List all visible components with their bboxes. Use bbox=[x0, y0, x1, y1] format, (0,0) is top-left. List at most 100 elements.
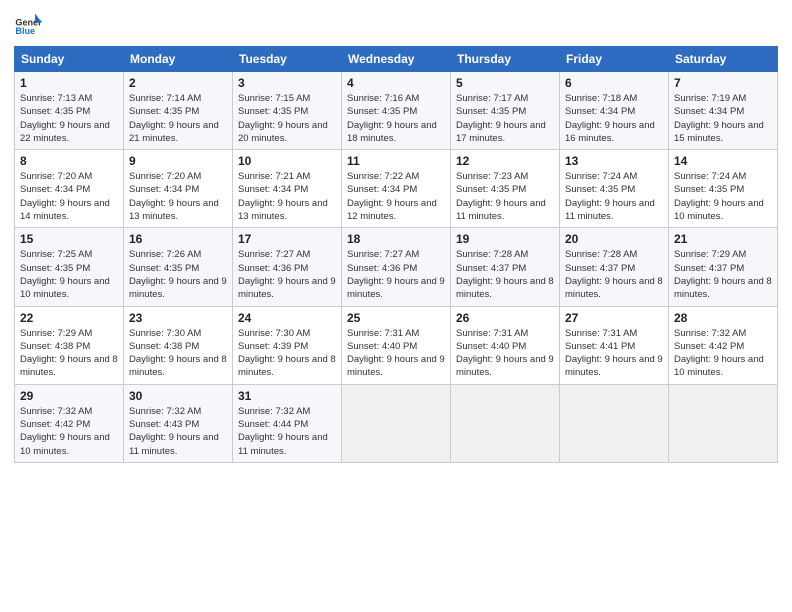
day-number: 23 bbox=[129, 311, 227, 325]
day-info: Sunrise: 7:28 AMSunset: 4:37 PMDaylight:… bbox=[456, 248, 554, 301]
calendar-cell: 21 Sunrise: 7:29 AMSunset: 4:37 PMDayligh… bbox=[669, 228, 778, 306]
calendar-cell: 20 Sunrise: 7:28 AMSunset: 4:37 PMDayligh… bbox=[560, 228, 669, 306]
calendar-cell: 12 Sunrise: 7:23 AMSunset: 4:35 PMDayligh… bbox=[451, 150, 560, 228]
day-number: 27 bbox=[565, 311, 663, 325]
calendar-cell: 4 Sunrise: 7:16 AMSunset: 4:35 PMDaylight… bbox=[342, 72, 451, 150]
calendar-cell: 14 Sunrise: 7:24 AMSunset: 4:35 PMDayligh… bbox=[669, 150, 778, 228]
calendar-cell bbox=[451, 384, 560, 462]
day-number: 31 bbox=[238, 389, 336, 403]
day-number: 15 bbox=[20, 232, 118, 246]
calendar-cell bbox=[669, 384, 778, 462]
day-number: 28 bbox=[674, 311, 772, 325]
day-info: Sunrise: 7:24 AMSunset: 4:35 PMDaylight:… bbox=[565, 170, 663, 223]
calendar-cell: 13 Sunrise: 7:24 AMSunset: 4:35 PMDayligh… bbox=[560, 150, 669, 228]
day-info: Sunrise: 7:15 AMSunset: 4:35 PMDaylight:… bbox=[238, 92, 336, 145]
day-info: Sunrise: 7:22 AMSunset: 4:34 PMDaylight:… bbox=[347, 170, 445, 223]
col-header-tuesday: Tuesday bbox=[233, 47, 342, 72]
day-number: 16 bbox=[129, 232, 227, 246]
col-header-wednesday: Wednesday bbox=[342, 47, 451, 72]
day-number: 19 bbox=[456, 232, 554, 246]
calendar-cell: 24 Sunrise: 7:30 AMSunset: 4:39 PMDayligh… bbox=[233, 306, 342, 384]
day-info: Sunrise: 7:21 AMSunset: 4:34 PMDaylight:… bbox=[238, 170, 336, 223]
day-number: 24 bbox=[238, 311, 336, 325]
calendar-cell: 1 Sunrise: 7:13 AMSunset: 4:35 PMDaylight… bbox=[15, 72, 124, 150]
day-number: 29 bbox=[20, 389, 118, 403]
calendar-cell: 22 Sunrise: 7:29 AMSunset: 4:38 PMDayligh… bbox=[15, 306, 124, 384]
day-info: Sunrise: 7:30 AMSunset: 4:39 PMDaylight:… bbox=[238, 327, 336, 380]
calendar-cell: 28 Sunrise: 7:32 AMSunset: 4:42 PMDayligh… bbox=[669, 306, 778, 384]
calendar-cell bbox=[560, 384, 669, 462]
day-info: Sunrise: 7:29 AMSunset: 4:37 PMDaylight:… bbox=[674, 248, 772, 301]
day-info: Sunrise: 7:18 AMSunset: 4:34 PMDaylight:… bbox=[565, 92, 663, 145]
day-info: Sunrise: 7:29 AMSunset: 4:38 PMDaylight:… bbox=[20, 327, 118, 380]
day-number: 18 bbox=[347, 232, 445, 246]
calendar-cell: 29 Sunrise: 7:32 AMSunset: 4:42 PMDayligh… bbox=[15, 384, 124, 462]
day-info: Sunrise: 7:32 AMSunset: 4:43 PMDaylight:… bbox=[129, 405, 227, 458]
calendar-cell: 10Sunrise: 7:21 AMSunset: 4:34 PMDayligh… bbox=[233, 150, 342, 228]
day-info: Sunrise: 7:13 AMSunset: 4:35 PMDaylight:… bbox=[20, 92, 118, 145]
day-info: Sunrise: 7:23 AMSunset: 4:35 PMDaylight:… bbox=[456, 170, 554, 223]
day-info: Sunrise: 7:14 AMSunset: 4:35 PMDaylight:… bbox=[129, 92, 227, 145]
calendar-table: SundayMondayTuesdayWednesdayThursdayFrid… bbox=[14, 46, 778, 463]
calendar-cell: 25 Sunrise: 7:31 AMSunset: 4:40 PMDayligh… bbox=[342, 306, 451, 384]
day-number: 22 bbox=[20, 311, 118, 325]
calendar-cell: 26 Sunrise: 7:31 AMSunset: 4:40 PMDayligh… bbox=[451, 306, 560, 384]
calendar-cell: 23 Sunrise: 7:30 AMSunset: 4:38 PMDayligh… bbox=[124, 306, 233, 384]
calendar-cell: 2 Sunrise: 7:14 AMSunset: 4:35 PMDaylight… bbox=[124, 72, 233, 150]
day-info: Sunrise: 7:32 AMSunset: 4:44 PMDaylight:… bbox=[238, 405, 336, 458]
calendar-cell: 16 Sunrise: 7:26 AMSunset: 4:35 PMDayligh… bbox=[124, 228, 233, 306]
day-info: Sunrise: 7:24 AMSunset: 4:35 PMDaylight:… bbox=[674, 170, 772, 223]
day-number: 4 bbox=[347, 76, 445, 90]
day-number: 6 bbox=[565, 76, 663, 90]
day-info: Sunrise: 7:25 AMSunset: 4:35 PMDaylight:… bbox=[20, 248, 118, 301]
day-info: Sunrise: 7:30 AMSunset: 4:38 PMDaylight:… bbox=[129, 327, 227, 380]
day-info: Sunrise: 7:31 AMSunset: 4:41 PMDaylight:… bbox=[565, 327, 663, 380]
calendar-cell: 3Sunrise: 7:15 AMSunset: 4:35 PMDaylight… bbox=[233, 72, 342, 150]
calendar-cell: 5 Sunrise: 7:17 AMSunset: 4:35 PMDaylight… bbox=[451, 72, 560, 150]
day-info: Sunrise: 7:32 AMSunset: 4:42 PMDaylight:… bbox=[20, 405, 118, 458]
day-info: Sunrise: 7:26 AMSunset: 4:35 PMDaylight:… bbox=[129, 248, 227, 301]
day-number: 21 bbox=[674, 232, 772, 246]
day-info: Sunrise: 7:19 AMSunset: 4:34 PMDaylight:… bbox=[674, 92, 772, 145]
calendar-cell: 9 Sunrise: 7:20 AMSunset: 4:34 PMDaylight… bbox=[124, 150, 233, 228]
col-header-friday: Friday bbox=[560, 47, 669, 72]
day-number: 7 bbox=[674, 76, 772, 90]
calendar-cell: 6 Sunrise: 7:18 AMSunset: 4:34 PMDaylight… bbox=[560, 72, 669, 150]
day-info: Sunrise: 7:31 AMSunset: 4:40 PMDaylight:… bbox=[456, 327, 554, 380]
day-number: 9 bbox=[129, 154, 227, 168]
day-number: 25 bbox=[347, 311, 445, 325]
day-info: Sunrise: 7:28 AMSunset: 4:37 PMDaylight:… bbox=[565, 248, 663, 301]
calendar-cell: 7 Sunrise: 7:19 AMSunset: 4:34 PMDaylight… bbox=[669, 72, 778, 150]
day-info: Sunrise: 7:31 AMSunset: 4:40 PMDaylight:… bbox=[347, 327, 445, 380]
calendar-cell: 30 Sunrise: 7:32 AMSunset: 4:43 PMDayligh… bbox=[124, 384, 233, 462]
day-number: 13 bbox=[565, 154, 663, 168]
day-number: 20 bbox=[565, 232, 663, 246]
col-header-saturday: Saturday bbox=[669, 47, 778, 72]
col-header-sunday: Sunday bbox=[15, 47, 124, 72]
day-number: 17 bbox=[238, 232, 336, 246]
col-header-monday: Monday bbox=[124, 47, 233, 72]
day-number: 30 bbox=[129, 389, 227, 403]
day-info: Sunrise: 7:27 AMSunset: 4:36 PMDaylight:… bbox=[347, 248, 445, 301]
svg-text:Blue: Blue bbox=[15, 26, 35, 36]
calendar-cell: 15 Sunrise: 7:25 AMSunset: 4:35 PMDayligh… bbox=[15, 228, 124, 306]
day-info: Sunrise: 7:17 AMSunset: 4:35 PMDaylight:… bbox=[456, 92, 554, 145]
calendar-cell: 18 Sunrise: 7:27 AMSunset: 4:36 PMDayligh… bbox=[342, 228, 451, 306]
day-number: 11 bbox=[347, 154, 445, 168]
day-number: 1 bbox=[20, 76, 118, 90]
day-number: 14 bbox=[674, 154, 772, 168]
day-info: Sunrise: 7:20 AMSunset: 4:34 PMDaylight:… bbox=[129, 170, 227, 223]
day-number: 8 bbox=[20, 154, 118, 168]
day-number: 12 bbox=[456, 154, 554, 168]
col-header-thursday: Thursday bbox=[451, 47, 560, 72]
calendar-cell: 11 Sunrise: 7:22 AMSunset: 4:34 PMDayligh… bbox=[342, 150, 451, 228]
calendar-cell: 8 Sunrise: 7:20 AMSunset: 4:34 PMDaylight… bbox=[15, 150, 124, 228]
calendar-cell: 19 Sunrise: 7:28 AMSunset: 4:37 PMDayligh… bbox=[451, 228, 560, 306]
calendar-cell bbox=[342, 384, 451, 462]
day-number: 2 bbox=[129, 76, 227, 90]
day-info: Sunrise: 7:32 AMSunset: 4:42 PMDaylight:… bbox=[674, 327, 772, 380]
day-info: Sunrise: 7:16 AMSunset: 4:35 PMDaylight:… bbox=[347, 92, 445, 145]
day-info: Sunrise: 7:20 AMSunset: 4:34 PMDaylight:… bbox=[20, 170, 118, 223]
day-number: 5 bbox=[456, 76, 554, 90]
day-number: 26 bbox=[456, 311, 554, 325]
